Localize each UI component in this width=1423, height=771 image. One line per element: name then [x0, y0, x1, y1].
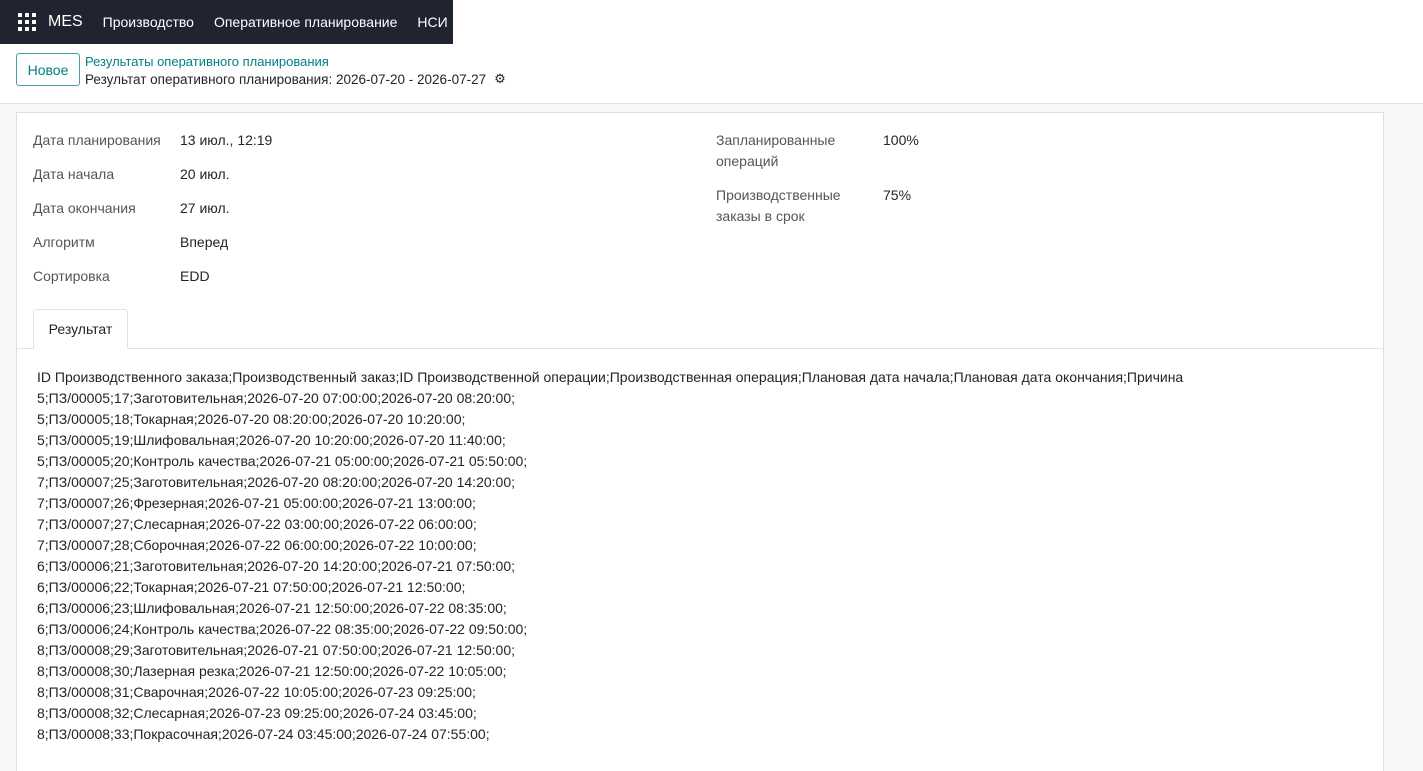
field-value: 100%	[883, 132, 919, 148]
grid-apps-icon[interactable]	[18, 13, 36, 31]
result-line: 6;ПЗ/00006;23;Шлифовальная;2026-07-21 12…	[37, 600, 507, 616]
field-value[interactable]: 13 июл., 12:19	[180, 130, 272, 151]
record-title: Результат оперативного планирования: 202…	[85, 71, 506, 87]
field-label-line: Запланированные	[716, 132, 836, 148]
field-value[interactable]: EDD	[180, 266, 210, 287]
navbar-right-area	[453, 0, 1423, 44]
app-brand[interactable]: MES	[48, 13, 83, 31]
field-label: Дата начала	[33, 166, 115, 182]
field-label: Алгоритм	[33, 234, 95, 250]
result-line: 5;ПЗ/00005;17;Заготовительная;2026-07-20…	[37, 390, 515, 406]
result-line: 8;ПЗ/00008;32;Слесарная;2026-07-23 09:25…	[37, 705, 477, 721]
result-line: 7;ПЗ/00007;26;Фрезерная;2026-07-21 05:00…	[37, 495, 476, 511]
top-navbar: MES Производство Оперативное планировани…	[0, 0, 1423, 44]
field-value[interactable]: 20 июл.	[180, 164, 230, 185]
result-line: 7;ПЗ/00007;28;Сборочная;2026-07-22 06:00…	[37, 537, 477, 553]
page-title: Результат оперативного планирования: 202…	[85, 71, 487, 87]
new-button[interactable]: Новое	[16, 53, 80, 86]
result-line: 5;ПЗ/00005;19;Шлифовальная;2026-07-20 10…	[37, 432, 506, 448]
form-sheet: Дата планирования 13 июл., 12:19 Дата на…	[16, 112, 1384, 771]
field-value[interactable]: 27 июл.	[180, 198, 230, 219]
result-line: 5;ПЗ/00005;18;Токарная;2026-07-20 08:20:…	[37, 411, 466, 427]
result-line: 8;ПЗ/00008;30;Лазерная резка;2026-07-21 …	[37, 663, 507, 679]
result-line: 8;ПЗ/00008;29;Заготовительная;2026-07-21…	[37, 642, 515, 658]
gear-icon[interactable]: ⚙	[494, 71, 506, 87]
field-value: 75%	[883, 187, 912, 203]
result-line: 7;ПЗ/00007;27;Слесарная;2026-07-22 03:00…	[37, 516, 477, 532]
result-line: 6;ПЗ/00006;22;Токарная;2026-07-21 07:50:…	[37, 579, 466, 595]
control-panel: Новое Результаты оперативного планирован…	[0, 44, 1423, 104]
menu-item-production[interactable]: Производство	[103, 14, 194, 30]
breadcrumb-results-link[interactable]: Результаты оперативного планирования	[85, 54, 329, 69]
field-label-line: операций	[716, 153, 779, 169]
field-value[interactable]: Вперед	[180, 232, 228, 253]
field-label: Дата окончания	[33, 200, 136, 216]
result-line: 5;ПЗ/00005;20;Контроль качества;2026-07-…	[37, 453, 528, 469]
result-line: 8;ПЗ/00008;31;Сварочная;2026-07-22 10:05…	[37, 684, 476, 700]
field-label: Сортировка	[33, 268, 110, 284]
result-line: 7;ПЗ/00007;25;Заготовительная;2026-07-20…	[37, 474, 515, 490]
result-text-field[interactable]: ID Производственного заказа;Производстве…	[37, 367, 1367, 745]
field-label-line: Производственные	[716, 187, 841, 203]
tab-result[interactable]: Результат	[33, 309, 128, 349]
field-label: Производственные заказы в срок	[716, 185, 866, 227]
result-header-line: ID Производственного заказа;Производстве…	[37, 369, 1184, 385]
menu-item-master-data[interactable]: НСИ	[417, 14, 447, 30]
result-line: 6;ПЗ/00006;21;Заготовительная;2026-07-20…	[37, 558, 515, 574]
result-line: 6;ПЗ/00006;24;Контроль качества;2026-07-…	[37, 621, 528, 637]
field-label-line: заказы в срок	[716, 208, 805, 224]
field-label: Запланированные операций	[716, 130, 866, 172]
result-line: 8;ПЗ/00008;33;Покрасочная;2026-07-24 03:…	[37, 726, 490, 742]
menu-item-operational-planning[interactable]: Оперативное планирование	[214, 14, 397, 30]
field-label: Дата планирования	[33, 132, 161, 148]
notebook-tabs: Результат	[17, 309, 1383, 349]
